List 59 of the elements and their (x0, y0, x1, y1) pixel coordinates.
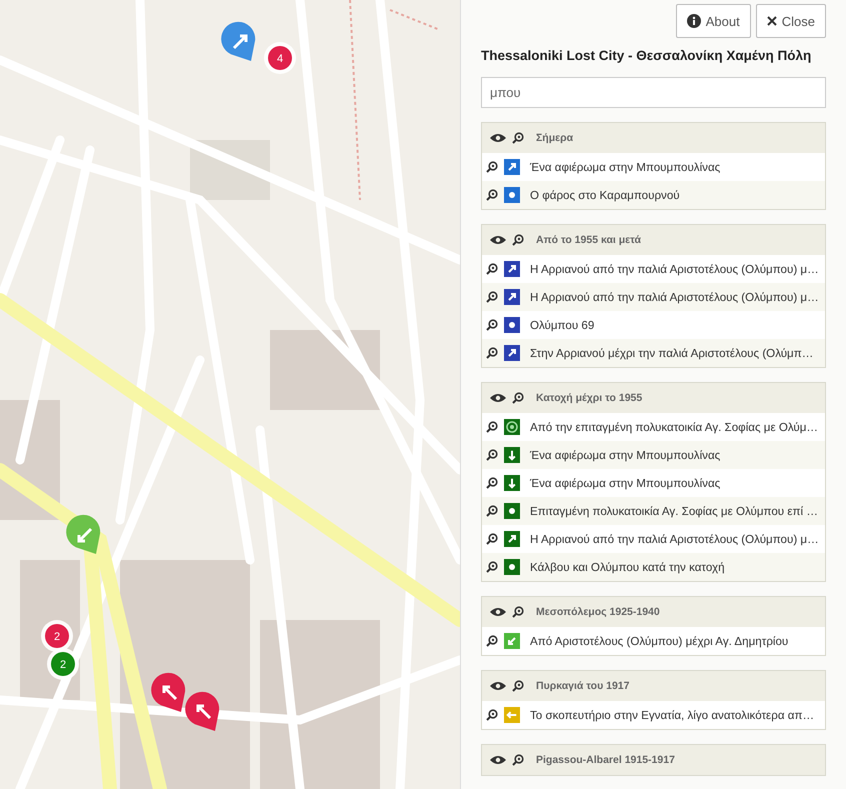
group-title: Πυρκαγιά του 1917 (536, 680, 630, 692)
map-pin[interactable] (151, 672, 186, 712)
layer-item[interactable]: Ένα αφιέρωμα στην Μπουμπουλίνας (482, 441, 825, 469)
marker-cluster[interactable]: 2 (41, 620, 73, 652)
eye-icon[interactable] (490, 755, 506, 765)
zoom-icon[interactable] (486, 263, 498, 275)
group-title: Pigassou-Albarel 1915-1917 (536, 754, 675, 766)
layer-item[interactable]: Επιταγμένη πολυκατοικία Αγ. Σοφίας με Ολύμπου επί … (482, 497, 825, 525)
zoom-icon[interactable] (512, 392, 524, 404)
eye-icon[interactable] (490, 681, 506, 691)
layer-item[interactable]: Από την επιταγμένη πολυκατοικία Αγ. Σοφίας με Ολύμ… (482, 413, 825, 441)
zoom-icon[interactable] (486, 709, 498, 721)
layer-item[interactable]: Η Αρριανού από την παλιά Αριστοτέλους (Ολύμπου) μ… (482, 283, 825, 311)
group-title: Μεσοπόλεμος 1925-1940 (536, 606, 660, 618)
zoom-icon[interactable] (486, 533, 498, 545)
layer-item[interactable]: Ένα αφιέρωμα στην Μπουμπουλίνας (482, 469, 825, 497)
eye-icon[interactable] (490, 133, 506, 143)
zoom-icon[interactable] (512, 606, 524, 618)
zoom-icon[interactable] (486, 635, 498, 647)
layer-item[interactable]: Το σκοπευτήριο στην Εγνατία, λίγο ανατολικότερα απ… (482, 701, 825, 729)
map-drawing[interactable]: 4 2 2 (0, 0, 460, 789)
layer-item[interactable]: Η Αρριανού από την παλιά Αριστοτέλους (Ολύμπου) μ… (482, 255, 825, 283)
zoom-icon[interactable] (512, 754, 524, 766)
layer-item[interactable]: Από Αριστοτέλους (Ολύμπου) μέχρι Αγ. Δημητρίου (482, 627, 825, 655)
zoom-icon[interactable] (486, 421, 498, 433)
zoom-icon[interactable] (512, 234, 524, 246)
layer-item[interactable]: Ολύμπου 69 (482, 311, 825, 339)
zoom-icon[interactable] (486, 561, 498, 573)
zoom-icon[interactable] (486, 291, 498, 303)
about-button[interactable]: About (676, 4, 751, 38)
map-pin[interactable] (221, 22, 256, 62)
close-icon (766, 16, 777, 26)
layer-item[interactable]: Ένα αφιέρωμα στην Μπουμπουλίνας (482, 153, 825, 181)
zoom-icon[interactable] (512, 132, 524, 144)
marker-cluster[interactable]: 2 (47, 648, 79, 680)
layer-item[interactable]: Ο φάρος στο Καραμπουρνού (482, 181, 825, 209)
group-title: Σήμερα (536, 132, 574, 144)
close-button[interactable]: Close (756, 4, 826, 38)
panel-title: Thessaloniki Lost City - Θεσσαλονίκη Χαμένη Πόλη (481, 48, 812, 63)
eye-icon[interactable] (490, 607, 506, 617)
group-title: Κατοχή μέχρι το 1955 (536, 392, 642, 404)
eye-icon[interactable] (490, 393, 506, 403)
zoom-icon[interactable] (486, 189, 498, 201)
zoom-icon[interactable] (486, 449, 498, 461)
layer-item[interactable]: Η Αρριανού από την παλιά Αριστοτέλους (Ολύμπου) μ… (482, 525, 825, 553)
zoom-icon[interactable] (486, 477, 498, 489)
layer-item[interactable]: Κάλβου και Ολύμπου κατά την κατοχή (482, 553, 825, 581)
zoom-icon[interactable] (486, 319, 498, 331)
eye-icon[interactable] (490, 235, 506, 245)
marker-cluster[interactable]: 4 (264, 42, 296, 74)
group-title: Από το 1955 και μετά (536, 234, 642, 246)
info-icon (686, 14, 701, 28)
layer-item[interactable]: Στην Αρριανού μέχρι την παλιά Αριστοτέλους (Ολύμπ… (482, 339, 825, 367)
search-field[interactable]: μπου (481, 77, 826, 108)
map-pin[interactable] (185, 692, 220, 732)
zoom-icon[interactable] (486, 505, 498, 517)
zoom-icon[interactable] (486, 347, 498, 359)
zoom-icon[interactable] (512, 680, 524, 692)
zoom-icon[interactable] (486, 161, 498, 173)
